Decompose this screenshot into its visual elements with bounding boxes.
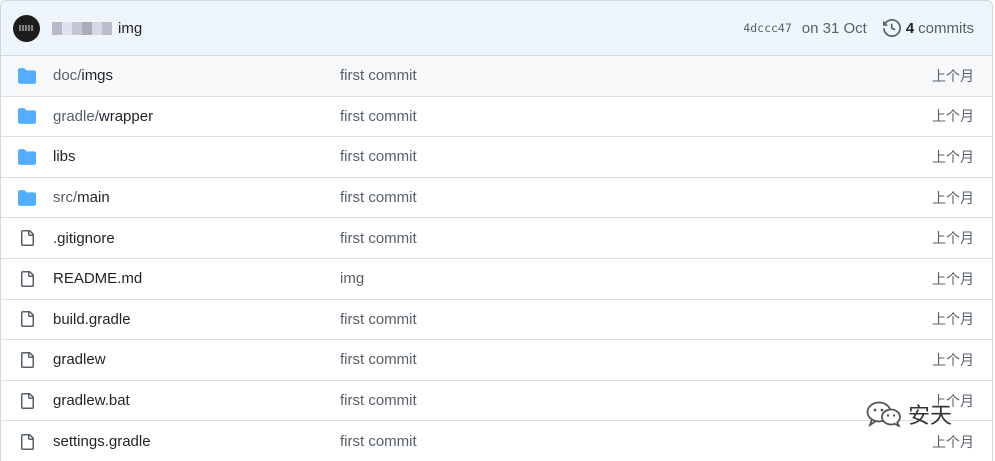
folder-icon bbox=[17, 107, 37, 125]
file-icon bbox=[17, 392, 37, 410]
folder-icon bbox=[17, 67, 37, 85]
author-avatar[interactable] bbox=[13, 14, 40, 42]
folder-icon bbox=[17, 189, 37, 207]
file-icon bbox=[17, 229, 37, 247]
author-name-redacted[interactable] bbox=[52, 21, 112, 35]
file-row[interactable]: libs first commit 上个月 bbox=[1, 137, 992, 178]
file-commit-time: 上个月 bbox=[932, 434, 974, 451]
file-commit-message[interactable]: first commit bbox=[340, 230, 417, 247]
wechat-watermark: 安天 bbox=[866, 398, 952, 430]
file-row[interactable]: src/main first commit 上个月 bbox=[1, 178, 992, 219]
file-name-link[interactable]: settings.gradle bbox=[53, 433, 151, 450]
file-commit-message[interactable]: first commit bbox=[340, 433, 417, 450]
commit-date: on 31 Oct bbox=[801, 19, 867, 37]
history-icon bbox=[882, 19, 901, 37]
file-icon bbox=[17, 433, 37, 451]
file-row[interactable]: build.gradle first commit 上个月 bbox=[1, 300, 992, 341]
commit-history-link[interactable]: 4 commits bbox=[882, 19, 974, 37]
watermark-text: 安天 bbox=[908, 404, 953, 429]
file-commit-time: 上个月 bbox=[932, 190, 974, 207]
file-name-link[interactable]: build.gradle bbox=[53, 311, 131, 328]
file-commit-message[interactable]: first commit bbox=[340, 351, 417, 368]
folder-icon bbox=[17, 148, 37, 166]
file-browser: img 4dccc47 on 31 Oct 4 commits doc/imgs… bbox=[0, 0, 993, 461]
file-commit-message[interactable]: first commit bbox=[340, 67, 417, 84]
file-name-link[interactable]: gradlew.bat bbox=[53, 392, 130, 409]
file-row[interactable]: README.md img 上个月 bbox=[1, 259, 992, 300]
file-name-link[interactable]: .gitignore bbox=[53, 230, 115, 247]
file-commit-time: 上个月 bbox=[932, 149, 974, 166]
file-commit-message[interactable]: first commit bbox=[340, 392, 417, 409]
file-name-link[interactable]: gradlew bbox=[53, 351, 106, 368]
file-commit-time: 上个月 bbox=[932, 312, 974, 329]
commits-label: commits bbox=[918, 19, 974, 37]
file-name-link[interactable]: doc/imgs bbox=[53, 67, 113, 84]
file-commit-time: 上个月 bbox=[932, 231, 974, 248]
file-row[interactable]: gradlew first commit 上个月 bbox=[1, 340, 992, 381]
file-commit-message[interactable]: first commit bbox=[340, 108, 417, 125]
file-icon bbox=[17, 270, 37, 288]
file-row[interactable]: doc/imgs first commit 上个月 bbox=[1, 56, 992, 97]
commit-sha[interactable]: 4dccc47 bbox=[743, 21, 791, 35]
file-name-link[interactable]: gradle/wrapper bbox=[53, 108, 153, 125]
file-commit-message[interactable]: first commit bbox=[340, 189, 417, 206]
file-name-link[interactable]: README.md bbox=[53, 270, 142, 287]
file-commit-time: 上个月 bbox=[932, 68, 974, 85]
latest-commit-bar: img 4dccc47 on 31 Oct 4 commits bbox=[1, 1, 992, 56]
latest-commit-message[interactable]: img bbox=[118, 20, 142, 37]
file-icon bbox=[17, 351, 37, 369]
file-icon bbox=[17, 310, 37, 328]
file-row[interactable]: .gitignore first commit 上个月 bbox=[1, 218, 992, 259]
file-commit-message[interactable]: first commit bbox=[340, 311, 417, 328]
file-commit-time: 上个月 bbox=[932, 352, 974, 369]
file-row[interactable]: gradlew.bat first commit 上个月 bbox=[1, 381, 992, 422]
file-commit-message[interactable]: first commit bbox=[340, 148, 417, 165]
file-row[interactable]: settings.gradle first commit 上个月 bbox=[1, 421, 992, 461]
file-row[interactable]: gradle/wrapper first commit 上个月 bbox=[1, 97, 992, 138]
file-commit-message[interactable]: img bbox=[340, 270, 364, 287]
file-commit-time: 上个月 bbox=[932, 271, 974, 288]
file-name-link[interactable]: src/main bbox=[53, 189, 110, 206]
file-list: doc/imgs first commit 上个月 gradle/wrapper… bbox=[1, 56, 992, 461]
file-commit-time: 上个月 bbox=[932, 109, 974, 126]
wechat-icon bbox=[866, 401, 901, 427]
file-name-link[interactable]: libs bbox=[53, 148, 76, 165]
commit-count: 4 bbox=[905, 19, 915, 37]
